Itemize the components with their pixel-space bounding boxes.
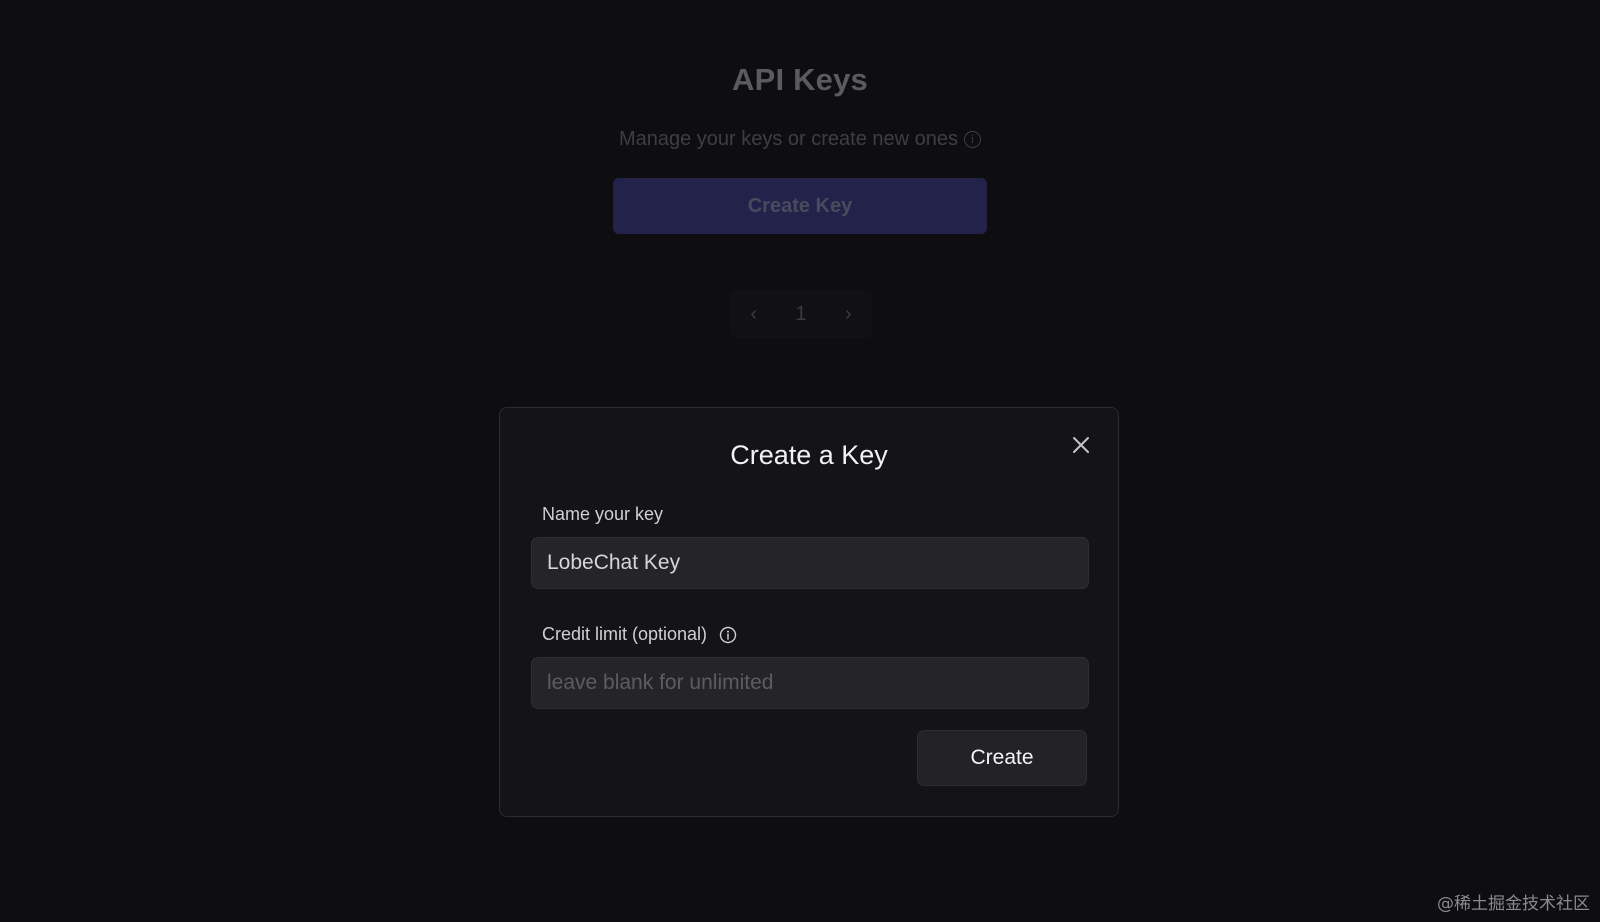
current-page[interactable]: 1: [783, 303, 819, 326]
pagination: ‹ 1 ›: [730, 290, 872, 338]
modal-title: Create a Key: [730, 440, 888, 470]
next-page-button[interactable]: ›: [830, 303, 866, 326]
credit-limit-input[interactable]: [531, 657, 1089, 709]
page-subtitle-text: Manage your keys or create new ones: [618, 128, 959, 150]
close-icon: [1073, 437, 1089, 453]
info-icon[interactable]: [719, 626, 737, 644]
prev-page-button[interactable]: ‹: [736, 303, 772, 326]
create-key-button[interactable]: Create Key: [613, 178, 987, 234]
page-title: API Keys: [732, 62, 868, 97]
page-subtitle: Manage your keys or create new ones i: [0, 128, 1600, 151]
create-button[interactable]: Create: [917, 730, 1087, 786]
info-icon: i: [964, 131, 982, 149]
key-name-input[interactable]: [531, 537, 1089, 589]
create-key-modal: Create a Key Name your key Credit limit …: [499, 407, 1119, 817]
watermark: @稀土掘金技术社区: [1437, 894, 1590, 914]
credit-label-row: Credit limit (optional): [542, 624, 737, 645]
name-label: Name your key: [542, 504, 664, 524]
page: API Keys Manage your keys or create new …: [0, 0, 1600, 922]
close-button[interactable]: [1066, 430, 1096, 460]
credit-label: Credit limit (optional): [542, 624, 708, 644]
